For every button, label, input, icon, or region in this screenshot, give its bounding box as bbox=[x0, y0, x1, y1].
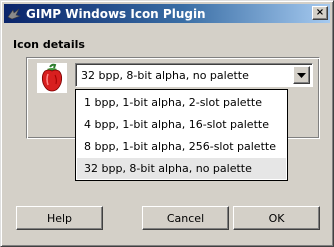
dialog-window: GIMP Windows Icon Plugin × Icon details … bbox=[0, 0, 334, 247]
title-bar[interactable]: GIMP Windows Icon Plugin × bbox=[4, 4, 330, 23]
red-pepper-icon bbox=[37, 63, 67, 93]
dropdown-option-selected[interactable]: 32 bpp, 8-bit alpha, no palette bbox=[77, 158, 286, 179]
bit-depth-combo[interactable]: 32 bpp, 8-bit alpha, no palette bbox=[75, 63, 313, 87]
dropdown-option[interactable]: 1 bpp, 1-bit alpha, 2-slot palette bbox=[77, 92, 286, 113]
gimp-wilber-icon bbox=[6, 6, 22, 22]
close-icon: × bbox=[315, 7, 325, 18]
section-label: Icon details bbox=[13, 38, 85, 51]
close-button[interactable]: × bbox=[312, 6, 328, 20]
help-button[interactable]: Help bbox=[16, 206, 103, 230]
chevron-down-icon bbox=[297, 72, 306, 78]
cancel-button[interactable]: Cancel bbox=[142, 206, 229, 230]
combo-dropdown-list: 1 bpp, 1-bit alpha, 2-slot palette 4 bpp… bbox=[75, 89, 288, 181]
dropdown-option[interactable]: 4 bpp, 1-bit alpha, 16-slot palette bbox=[77, 114, 286, 135]
dropdown-option[interactable]: 8 bpp, 1-bit alpha, 256-slot palette bbox=[77, 136, 286, 157]
window-title: GIMP Windows Icon Plugin bbox=[26, 6, 206, 21]
combo-selected-value: 32 bpp, 8-bit alpha, no palette bbox=[81, 69, 249, 82]
combo-dropdown-button[interactable] bbox=[293, 66, 310, 84]
ok-button[interactable]: OK bbox=[233, 206, 320, 230]
